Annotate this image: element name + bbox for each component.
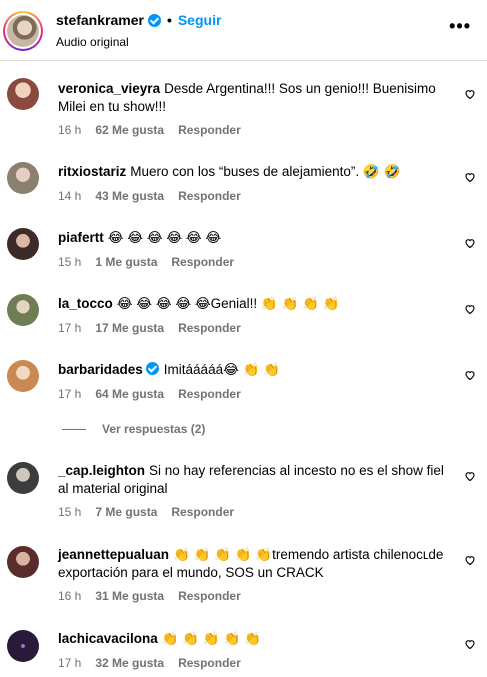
comment-time: 17 h — [58, 656, 82, 670]
like-heart-icon[interactable] — [464, 237, 476, 249]
commenter-avatar[interactable] — [7, 462, 39, 494]
comment-time: 17 h — [58, 321, 82, 335]
comment-body: Muero con los “buses de alejamiento”. 🤣 … — [130, 164, 401, 179]
comment-likes[interactable]: 17 Me gusta — [95, 321, 164, 335]
reply-button[interactable]: Responder — [178, 589, 241, 603]
comment-likes[interactable]: 31 Me gusta — [95, 589, 164, 603]
reply-button[interactable]: Responder — [178, 123, 241, 137]
comment-text: _cap.leighton Si no hay referencias al in… — [58, 462, 449, 498]
like-heart-icon[interactable] — [464, 638, 476, 650]
comment-meta: 14 h 43 Me gusta Responder — [58, 189, 241, 203]
comment-time: 16 h — [58, 589, 82, 603]
commenter-avatar[interactable] — [7, 546, 39, 578]
comment-body: 😂 😂 😂 😂 😂Genial!! 👏 👏 👏 👏 — [116, 296, 340, 311]
commenter-username[interactable]: ritxiostariz — [58, 164, 126, 179]
comment-likes[interactable]: 62 Me gusta — [95, 123, 164, 137]
author-line: stefankramer • Seguir — [56, 12, 221, 28]
comment-time: 15 h — [58, 255, 82, 269]
commenter-username[interactable]: veronica_vieyra — [58, 81, 160, 96]
like-heart-icon[interactable] — [464, 88, 476, 100]
comment-likes[interactable]: 43 Me gusta — [95, 189, 164, 203]
commenter-username[interactable]: piafertt — [58, 230, 104, 245]
comment-likes[interactable]: 64 Me gusta — [95, 387, 164, 401]
comment-body: Imitááááá😂 👏 👏 — [163, 362, 280, 377]
comment-meta: 17 h 32 Me gusta Responder — [58, 656, 241, 670]
like-heart-icon[interactable] — [464, 369, 476, 381]
comment-time: 14 h — [58, 189, 82, 203]
commenter-avatar[interactable] — [7, 228, 39, 260]
comment-meta: 15 h 7 Me gusta Responder — [58, 505, 234, 519]
post-header: stefankramer • Seguir Audio original ••• — [0, 0, 487, 60]
comment-likes[interactable]: 7 Me gusta — [95, 505, 157, 519]
comment-body: 👏 👏 👏 👏 👏 — [161, 631, 261, 646]
more-options-icon[interactable]: ••• — [449, 16, 471, 37]
like-heart-icon[interactable] — [464, 470, 476, 482]
comment-text: veronica_vieyra Desde Argentina!!! Sos un… — [58, 80, 449, 116]
header-divider — [0, 60, 487, 61]
comment-text: ritxiostariz Muero con los “buses de alej… — [58, 163, 449, 181]
like-heart-icon[interactable] — [464, 303, 476, 315]
reply-button[interactable]: Responder — [178, 387, 241, 401]
comment-meta: 15 h 1 Me gusta Responder — [58, 255, 234, 269]
comment-meta: 17 h 64 Me gusta Responder — [58, 387, 241, 401]
commenter-username[interactable]: barbaridades — [58, 362, 143, 377]
comment-likes[interactable]: 32 Me gusta — [95, 656, 164, 670]
commenter-avatar[interactable] — [7, 294, 39, 326]
comment-time: 16 h — [58, 123, 82, 137]
verified-badge-icon — [147, 13, 161, 27]
commenter-avatar[interactable] — [7, 78, 39, 110]
comment-meta: 16 h 62 Me gusta Responder — [58, 123, 241, 137]
comment-text: piafertt 😂 😂 😂 😂 😂 😂 — [58, 229, 449, 247]
author-username[interactable]: stefankramer — [56, 12, 144, 28]
comment-text: lachicavacilona 👏 👏 👏 👏 👏 — [58, 630, 449, 648]
view-replies-button[interactable]: Ver respuestas (2) — [62, 422, 205, 436]
comment-likes[interactable]: 1 Me gusta — [95, 255, 157, 269]
view-replies-label: Ver respuestas (2) — [102, 422, 206, 436]
commenter-avatar[interactable] — [7, 630, 39, 662]
comment-meta: 16 h 31 Me gusta Responder — [58, 589, 241, 603]
commenter-avatar[interactable] — [7, 162, 39, 194]
audio-label[interactable]: Audio original — [56, 35, 129, 49]
comment-text: jeannettepualuan 👏 👏 👏 👏 👏tremendo artist… — [58, 546, 449, 582]
reply-button[interactable]: Responder — [171, 505, 234, 519]
verified-badge-icon — [145, 362, 159, 375]
commenter-username[interactable]: jeannettepualuan — [58, 547, 169, 562]
commenter-username[interactable]: lachicavacilona — [58, 631, 158, 646]
comment-text: la_tocco 😂 😂 😂 😂 😂Genial!! 👏 👏 👏 👏 — [58, 295, 449, 313]
like-heart-icon[interactable] — [464, 171, 476, 183]
comment-meta: 17 h 17 Me gusta Responder — [58, 321, 241, 335]
comment-time: 17 h — [58, 387, 82, 401]
follow-button[interactable]: Seguir — [178, 12, 222, 28]
reply-button[interactable]: Responder — [178, 321, 241, 335]
like-heart-icon[interactable] — [464, 554, 476, 566]
reply-button[interactable]: Responder — [178, 189, 241, 203]
reply-button[interactable]: Responder — [171, 255, 234, 269]
author-avatar[interactable] — [3, 11, 43, 51]
comment-time: 15 h — [58, 505, 82, 519]
commenter-username[interactable]: la_tocco — [58, 296, 113, 311]
comment-text: barbaridades Imitááááá😂 👏 👏 — [58, 361, 449, 379]
reply-button[interactable]: Responder — [178, 656, 241, 670]
comment-body: 😂 😂 😂 😂 😂 😂 — [107, 230, 222, 245]
commenter-username[interactable]: _cap.leighton — [58, 463, 145, 478]
replies-line — [62, 428, 86, 430]
commenter-avatar[interactable] — [7, 360, 39, 392]
separator-dot: • — [166, 12, 172, 28]
